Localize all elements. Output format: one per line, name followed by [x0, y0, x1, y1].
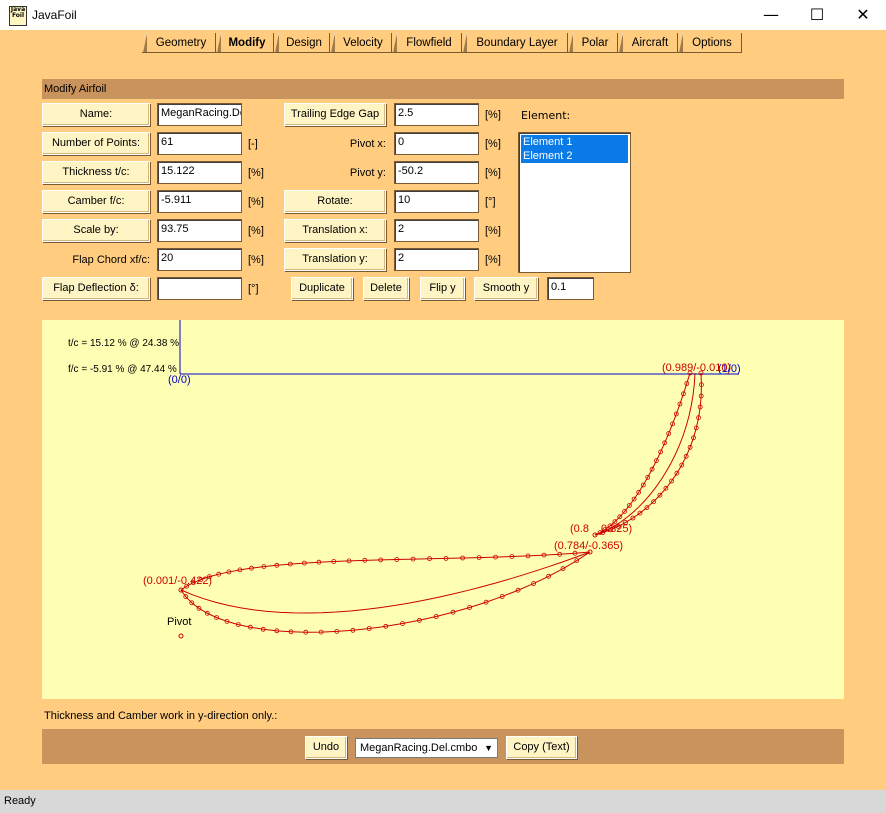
te-gap-unit: [%]: [485, 109, 501, 121]
camber-field[interactable]: -5.911: [157, 190, 242, 213]
flap-chord-field[interactable]: 20: [157, 248, 242, 271]
maximize-icon[interactable]: ☐: [794, 0, 840, 30]
airfoil-plot: t/c = 15.12 % @ 24.38 % f/c = -5.91 % @ …: [42, 320, 844, 699]
airfoil-plot-svg: t/c = 15.12 % @ 24.38 % f/c = -5.91 % @ …: [68, 320, 741, 639]
tab-boundary-layer[interactable]: Boundary Layer: [463, 33, 568, 53]
tab-geometry[interactable]: Geometry: [143, 33, 216, 53]
pivot-y-label: Pivot y:: [349, 167, 386, 179]
element2-le-label: (0.8: [570, 523, 589, 535]
rotate-unit: [°]: [485, 196, 496, 208]
translation-y-unit: [%]: [485, 254, 501, 266]
pivot-y-unit: [%]: [485, 167, 501, 179]
element1-lower-surface: [180, 551, 591, 633]
translation-x-button[interactable]: Translation x:: [284, 219, 386, 242]
tab-design[interactable]: Design: [275, 33, 330, 53]
chevron-down-icon: ▼: [484, 743, 493, 753]
flap-chord-unit: [%]: [248, 254, 264, 266]
status-bar: Ready: [0, 790, 886, 813]
number-of-points-button[interactable]: Number of Points:: [42, 132, 150, 155]
name-button[interactable]: Name:: [42, 103, 150, 126]
pivot-x-field[interactable]: 0: [394, 132, 479, 155]
translation-y-button[interactable]: Translation y:: [284, 248, 386, 271]
origin-label: (0/0): [168, 374, 191, 386]
window-title: JavaFoil: [32, 8, 77, 22]
pivot-x-unit: [%]: [485, 138, 501, 150]
element-list[interactable]: Element 1 Element 2: [518, 132, 631, 273]
trailing-edge-gap-field[interactable]: 2.5: [394, 103, 479, 126]
name-field[interactable]: MeganRacing.De: [157, 103, 242, 126]
flap-chord-label: Flap Chord xf/c:: [72, 254, 150, 266]
thickness-field[interactable]: 15.122: [157, 161, 242, 184]
undo-button[interactable]: Undo: [305, 736, 347, 759]
flap-deflection-field[interactable]: [157, 277, 242, 300]
close-icon[interactable]: ✕: [840, 0, 886, 30]
element1-te-label: (0.784/-0.365): [554, 540, 623, 552]
delete-button[interactable]: Delete: [363, 277, 409, 300]
flap-deflection-unit: [°]: [248, 283, 259, 295]
camber-unit: [%]: [248, 196, 264, 208]
element-2-item[interactable]: Element 2: [521, 149, 628, 163]
app-icon: Java Foil: [9, 6, 27, 26]
camber-button[interactable]: Camber f/c:: [42, 190, 150, 213]
points-unit: [-]: [248, 138, 258, 150]
thickness-readout: t/c = 15.12 % @ 24.38 %: [68, 338, 179, 349]
translation-x-unit: [%]: [485, 225, 501, 237]
rotate-button[interactable]: Rotate:: [284, 190, 386, 213]
title-bar: Java Foil JavaFoil — ☐ ✕: [0, 0, 886, 30]
element-label: Element:: [521, 109, 571, 122]
tab-velocity[interactable]: Velocity: [331, 33, 392, 53]
rotate-field[interactable]: 10: [394, 190, 479, 213]
translation-y-field[interactable]: 2: [394, 248, 479, 271]
pivot-y-field[interactable]: -50.2: [394, 161, 479, 184]
camber-readout: f/c = -5.91 % @ 47.44 %: [68, 364, 177, 375]
tab-polar[interactable]: Polar: [569, 33, 618, 53]
element2-te-label: (0.989/-0.010): [662, 362, 731, 374]
minimize-icon[interactable]: —: [748, 0, 794, 30]
element1-camber-line: [180, 551, 591, 614]
element1-le-label: (0.001/-0.422): [143, 575, 212, 587]
tab-divider: [142, 52, 742, 53]
pivot-marker: [178, 633, 184, 639]
scale-button[interactable]: Scale by:: [42, 219, 150, 242]
airfoil-curves: [178, 370, 704, 635]
pivot-label: Pivot: [167, 616, 191, 628]
status-text: Ready: [4, 795, 36, 807]
smooth-value-field[interactable]: 0.1: [547, 277, 594, 300]
pivot-x-label: Pivot x:: [349, 138, 386, 150]
section-header: Modify Airfoil: [42, 79, 844, 99]
thickness-unit: [%]: [248, 167, 264, 179]
element2-lower-surface: [594, 372, 702, 536]
tab-options[interactable]: Options: [679, 33, 742, 53]
scale-field[interactable]: 93.75: [157, 219, 242, 242]
flip-y-button[interactable]: Flip y: [420, 277, 465, 300]
file-select-value: MeganRacing.Del.cmbo: [360, 742, 478, 754]
copy-text-button[interactable]: Copy (Text): [506, 736, 577, 759]
duplicate-button[interactable]: Duplicate: [291, 277, 353, 300]
bottom-note: Thickness and Camber work in y-direction…: [44, 710, 278, 722]
flap-deflection-button[interactable]: Flap Deflection δ:: [42, 277, 150, 300]
thickness-button[interactable]: Thickness t/c:: [42, 161, 150, 184]
file-select[interactable]: MeganRacing.Del.cmbo ▼: [355, 738, 498, 758]
scale-unit: [%]: [248, 225, 264, 237]
trailing-edge-gap-button[interactable]: Trailing Edge Gap: [284, 103, 386, 126]
element2-camber-line: [594, 372, 696, 536]
tab-flowfield[interactable]: Flowfield: [393, 33, 462, 53]
tab-modify[interactable]: Modify: [217, 33, 274, 53]
element2-le-label-b: 0.325): [601, 523, 632, 535]
translation-x-field[interactable]: 2: [394, 219, 479, 242]
tab-aircraft[interactable]: Aircraft: [619, 33, 678, 53]
smooth-y-button[interactable]: Smooth y: [474, 277, 538, 300]
section-title: Modify Airfoil: [44, 83, 107, 95]
element-1-item[interactable]: Element 1: [521, 135, 628, 149]
number-of-points-field[interactable]: 61: [157, 132, 242, 155]
